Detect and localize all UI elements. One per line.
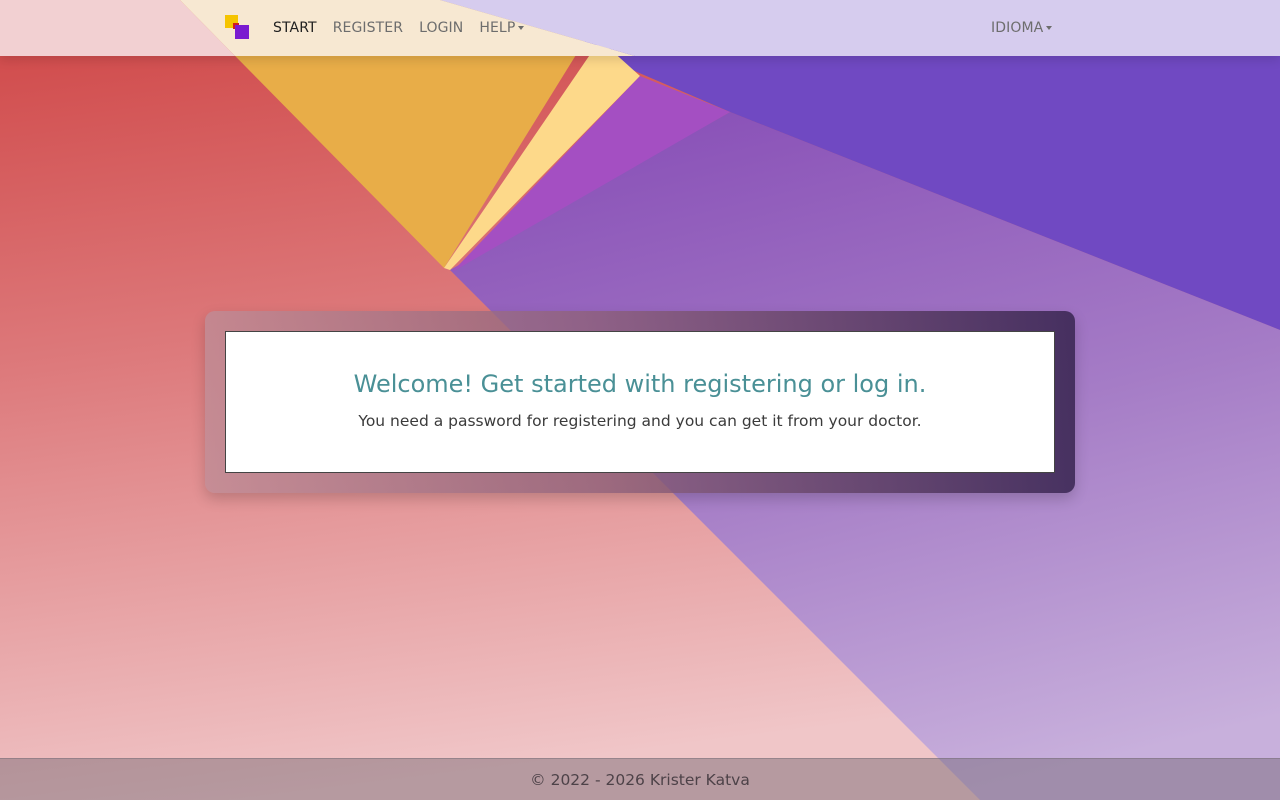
- language-dropdown[interactable]: IDIOMA: [991, 20, 1053, 36]
- welcome-title: Welcome! Get started with registering or…: [353, 370, 927, 398]
- nav-login-link[interactable]: LOGIN: [419, 20, 463, 36]
- app-logo-icon[interactable]: [225, 15, 249, 39]
- nav-help-dropdown[interactable]: HELP: [479, 20, 525, 36]
- nav-register-link[interactable]: REGISTER: [333, 20, 403, 36]
- welcome-text: You need a password for registering and …: [358, 412, 922, 430]
- nav-links: START REGISTER LOGIN HELP: [225, 0, 540, 56]
- page-footer: © 2022 - 2026 Krister Katva: [0, 758, 1280, 800]
- language-menu: IDIOMA: [991, 0, 1068, 56]
- caret-down-icon: [518, 26, 525, 30]
- caret-down-icon: [1046, 26, 1053, 30]
- top-navbar: START REGISTER LOGIN HELP IDIOMA: [0, 0, 1280, 56]
- nav-help-label: HELP: [479, 20, 516, 36]
- language-label: IDIOMA: [991, 20, 1044, 36]
- welcome-card: Welcome! Get started with registering or…: [225, 331, 1055, 473]
- nav-start-link[interactable]: START: [273, 20, 317, 36]
- footer-copyright: © 2022 - 2026 Krister Katva: [530, 771, 750, 789]
